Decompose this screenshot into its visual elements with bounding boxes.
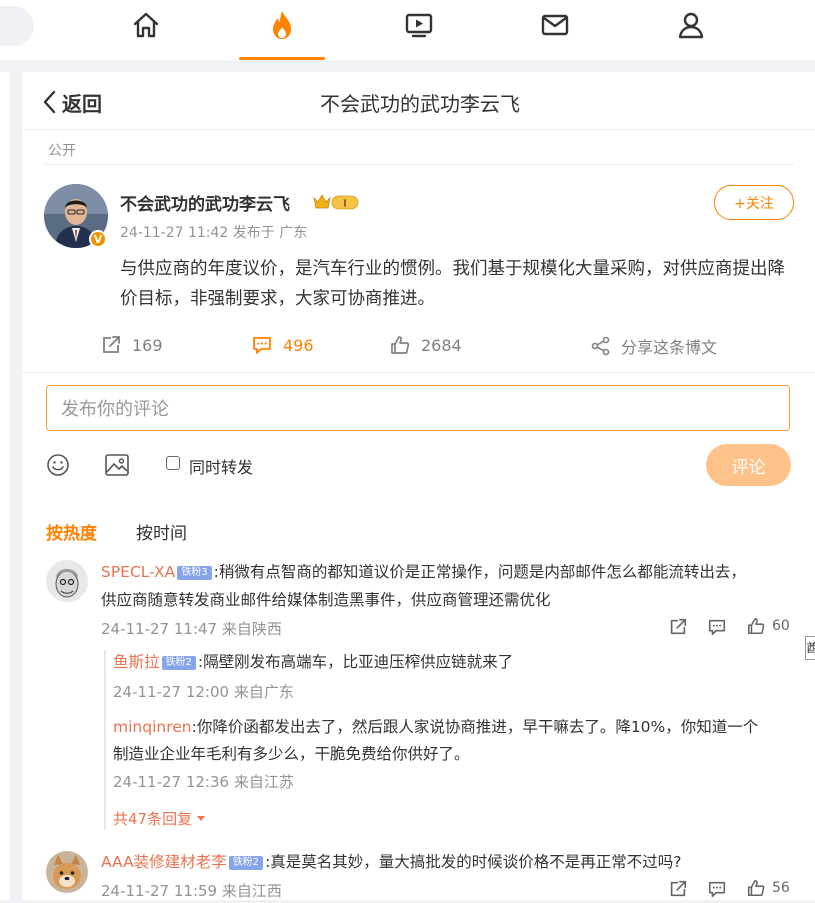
comment-input[interactable]: 发布你的评论 xyxy=(46,385,790,431)
commenter-name[interactable]: SPECL-XA xyxy=(101,563,175,581)
reply-text: :你降价函都发出去了，然后跟人家说协商推进，早干嘛去了。降10%，你知道一个 xyxy=(191,718,759,736)
repost-checkbox[interactable] xyxy=(166,456,180,470)
floating-side-tab[interactable]: 酋 xyxy=(805,636,815,660)
post-meta: 24-11-27 11:42 发布于 广东 xyxy=(120,225,308,241)
repost-count: 169 xyxy=(132,335,163,355)
comment-repost-icon[interactable] xyxy=(668,879,688,903)
profile-icon[interactable] xyxy=(671,8,711,42)
share-button[interactable]: 分享这条博文 xyxy=(591,334,717,358)
repost-button[interactable]: 169 xyxy=(100,334,163,356)
hot-icon[interactable] xyxy=(262,8,302,42)
comment-reply-icon[interactable] xyxy=(707,879,727,903)
fan-badge: 铁粉2 xyxy=(228,856,264,870)
comment-like-count: 60 xyxy=(772,618,790,634)
actions-divider xyxy=(22,372,815,373)
reply-user-name[interactable]: 鱼斯拉 xyxy=(113,653,160,671)
back-label: 返回 xyxy=(62,91,102,116)
comment-text: :真是莫名其妙，量大搞批发的时候谈价格不是再正常不过吗? xyxy=(265,853,682,871)
visibility-divider xyxy=(44,164,794,165)
comment-text: :稍微有点智商的都知道议价是正常操作，问题是内部邮件怎么都能流转出去， xyxy=(213,563,746,581)
reply-text-line2: 制造业企业年毛利有多少么，干脆免费给你供好了。 xyxy=(113,745,470,763)
comment-count: 496 xyxy=(283,335,314,355)
comment-like-count: 56 xyxy=(772,880,790,896)
reply-text: :隔壁刚发布高端车，比亚迪压榨供应链就来了 xyxy=(197,653,514,671)
video-icon[interactable] xyxy=(399,8,439,42)
comment-button[interactable]: 496 xyxy=(251,334,314,356)
visibility-label: 公开 xyxy=(48,143,76,159)
share-label: 分享这条博文 xyxy=(621,338,718,357)
vip-crown-icon: I xyxy=(312,192,360,216)
page-title: 不会武功的武功李云飞 xyxy=(320,92,520,116)
comment-text-row: SPECL-XA 铁粉3:稍微有点智商的都知道议价是正常操作，问题是内部邮件怎么都… xyxy=(101,558,746,586)
fan-badge: 铁粉3 xyxy=(177,566,212,580)
caret-down-icon xyxy=(197,815,206,821)
submit-comment-button[interactable]: 评论 xyxy=(706,444,791,486)
more-replies-label: 共47条回复 xyxy=(113,810,193,828)
emoji-icon[interactable] xyxy=(46,453,70,481)
home-icon[interactable] xyxy=(126,8,166,42)
repost-checkbox-label[interactable]: 同时转发 xyxy=(189,454,253,478)
comment-repost-icon[interactable] xyxy=(668,617,688,641)
back-button[interactable]: 返回 xyxy=(42,88,102,116)
chevron-left-icon xyxy=(43,90,56,114)
comment-text-line2: 供应商随意转发商业邮件给媒体制造黑事件，供应商管理还需优化 xyxy=(101,591,551,609)
header-divider xyxy=(22,129,815,130)
commenter-avatar[interactable] xyxy=(46,560,88,602)
comment-like-button[interactable]: 56 xyxy=(746,878,790,898)
follow-button[interactable]: +关注 xyxy=(714,185,794,220)
sort-by-time-tab[interactable]: 按时间 xyxy=(136,519,187,544)
like-count: 2684 xyxy=(421,335,462,355)
comment-text-row: AAA装修建材老李 铁粉2:真是莫名其妙，量大搞批发的时候谈价格不是再正常不过吗? xyxy=(101,848,682,876)
image-upload-icon[interactable] xyxy=(104,453,130,481)
reply-text-row: minqinren:你降价函都发出去了，然后跟人家说协商推进，早干嘛去了。降10… xyxy=(113,713,758,741)
repost-icon xyxy=(103,336,120,353)
fan-badge: 铁粉2 xyxy=(161,656,196,670)
active-tab-indicator xyxy=(239,57,325,60)
comment-meta: 24-11-27 11:59 来自江西 xyxy=(101,882,282,900)
commenter-avatar[interactable] xyxy=(46,851,88,893)
messages-icon[interactable] xyxy=(535,8,575,42)
post-text: 与供应商的年度议价，是汽车行业的惯例。我们基于规模化大量采购，对供应商提出降价目… xyxy=(120,259,785,309)
reply-user-name[interactable]: minqinren xyxy=(113,718,192,736)
thumbs-up-icon xyxy=(747,879,765,897)
reply-meta: 24-11-27 12:00 来自广东 xyxy=(113,683,294,701)
like-button[interactable]: 2684 xyxy=(389,334,462,356)
author-name[interactable]: 不会武功的武功李云飞 xyxy=(120,190,290,215)
comment-like-button[interactable]: 60 xyxy=(746,616,790,636)
comment-meta: 24-11-27 11:47 来自陕西 xyxy=(101,620,282,638)
reply-text-row: 鱼斯拉 铁粉2:隔壁刚发布高端车，比亚迪压榨供应链就来了 xyxy=(113,648,513,676)
more-replies-link[interactable]: 共47条回复 xyxy=(113,808,206,829)
commenter-name[interactable]: AAA装修建材老李 xyxy=(101,853,227,871)
sort-by-hot-tab[interactable]: 按热度 xyxy=(46,519,97,544)
reply-meta: 24-11-27 12:36 来自江苏 xyxy=(113,773,294,791)
svg-text:I: I xyxy=(343,199,347,210)
verified-badge-icon: V xyxy=(89,230,107,248)
thumbs-up-icon xyxy=(747,617,765,635)
left-sidebar xyxy=(0,72,10,900)
share-icon xyxy=(591,336,610,356)
comment-reply-icon[interactable] xyxy=(707,617,727,641)
replies-thread-line xyxy=(104,650,106,830)
thumbs-up-icon xyxy=(391,336,410,354)
comment-icon xyxy=(253,337,271,354)
